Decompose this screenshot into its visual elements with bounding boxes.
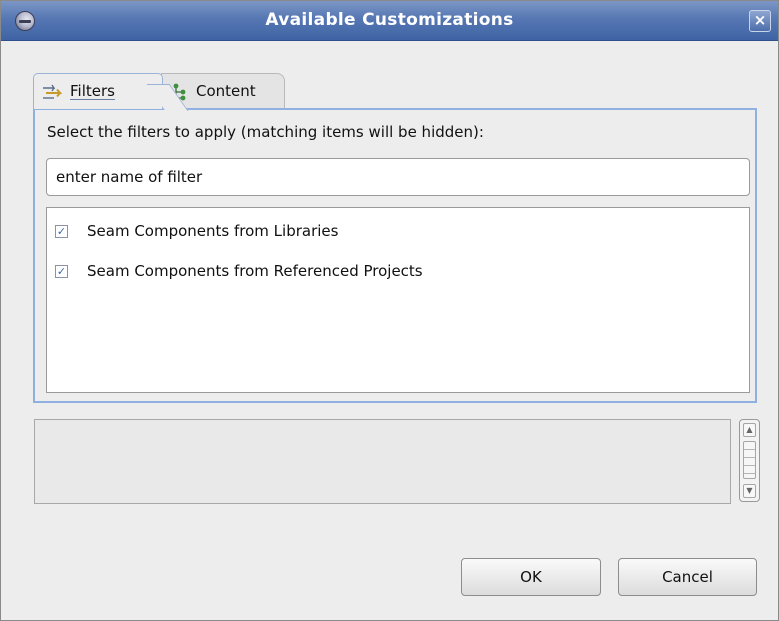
tab-filters-label: Filters <box>70 82 115 100</box>
filter-name-input[interactable] <box>46 158 750 196</box>
checkbox-referenced-projects[interactable]: ✓ <box>55 265 68 278</box>
tab-content-label: Content <box>196 82 256 100</box>
filters-instruction: Select the filters to apply (matching it… <box>47 123 484 141</box>
filter-icon <box>43 84 62 99</box>
dialog-title: Available Customizations <box>265 10 514 30</box>
filters-panel: Select the filters to apply (matching it… <box>33 108 757 403</box>
list-item-label: Seam Components from Libraries <box>87 222 339 240</box>
close-button[interactable]: × <box>749 10 771 32</box>
description-scrollbar[interactable]: ▲ ▼ <box>739 419 760 502</box>
filters-list: ✓ Seam Components from Libraries ✓ Seam … <box>46 207 750 393</box>
dialog-window: Available Customizations × Filters Conte… <box>0 0 779 621</box>
cancel-button[interactable]: Cancel <box>618 558 757 596</box>
ok-button[interactable]: OK <box>461 558 601 596</box>
description-area[interactable] <box>34 419 731 504</box>
scroll-thumb[interactable] <box>743 441 756 479</box>
checkbox-libraries[interactable]: ✓ <box>55 225 68 238</box>
tab-filters[interactable]: Filters <box>33 73 163 109</box>
title-bar[interactable]: Available Customizations × <box>1 1 778 41</box>
scroll-down-arrow-icon[interactable]: ▼ <box>743 484 756 498</box>
list-item-label: Seam Components from Referenced Projects <box>87 262 423 280</box>
scroll-up-arrow-icon[interactable]: ▲ <box>743 423 756 437</box>
